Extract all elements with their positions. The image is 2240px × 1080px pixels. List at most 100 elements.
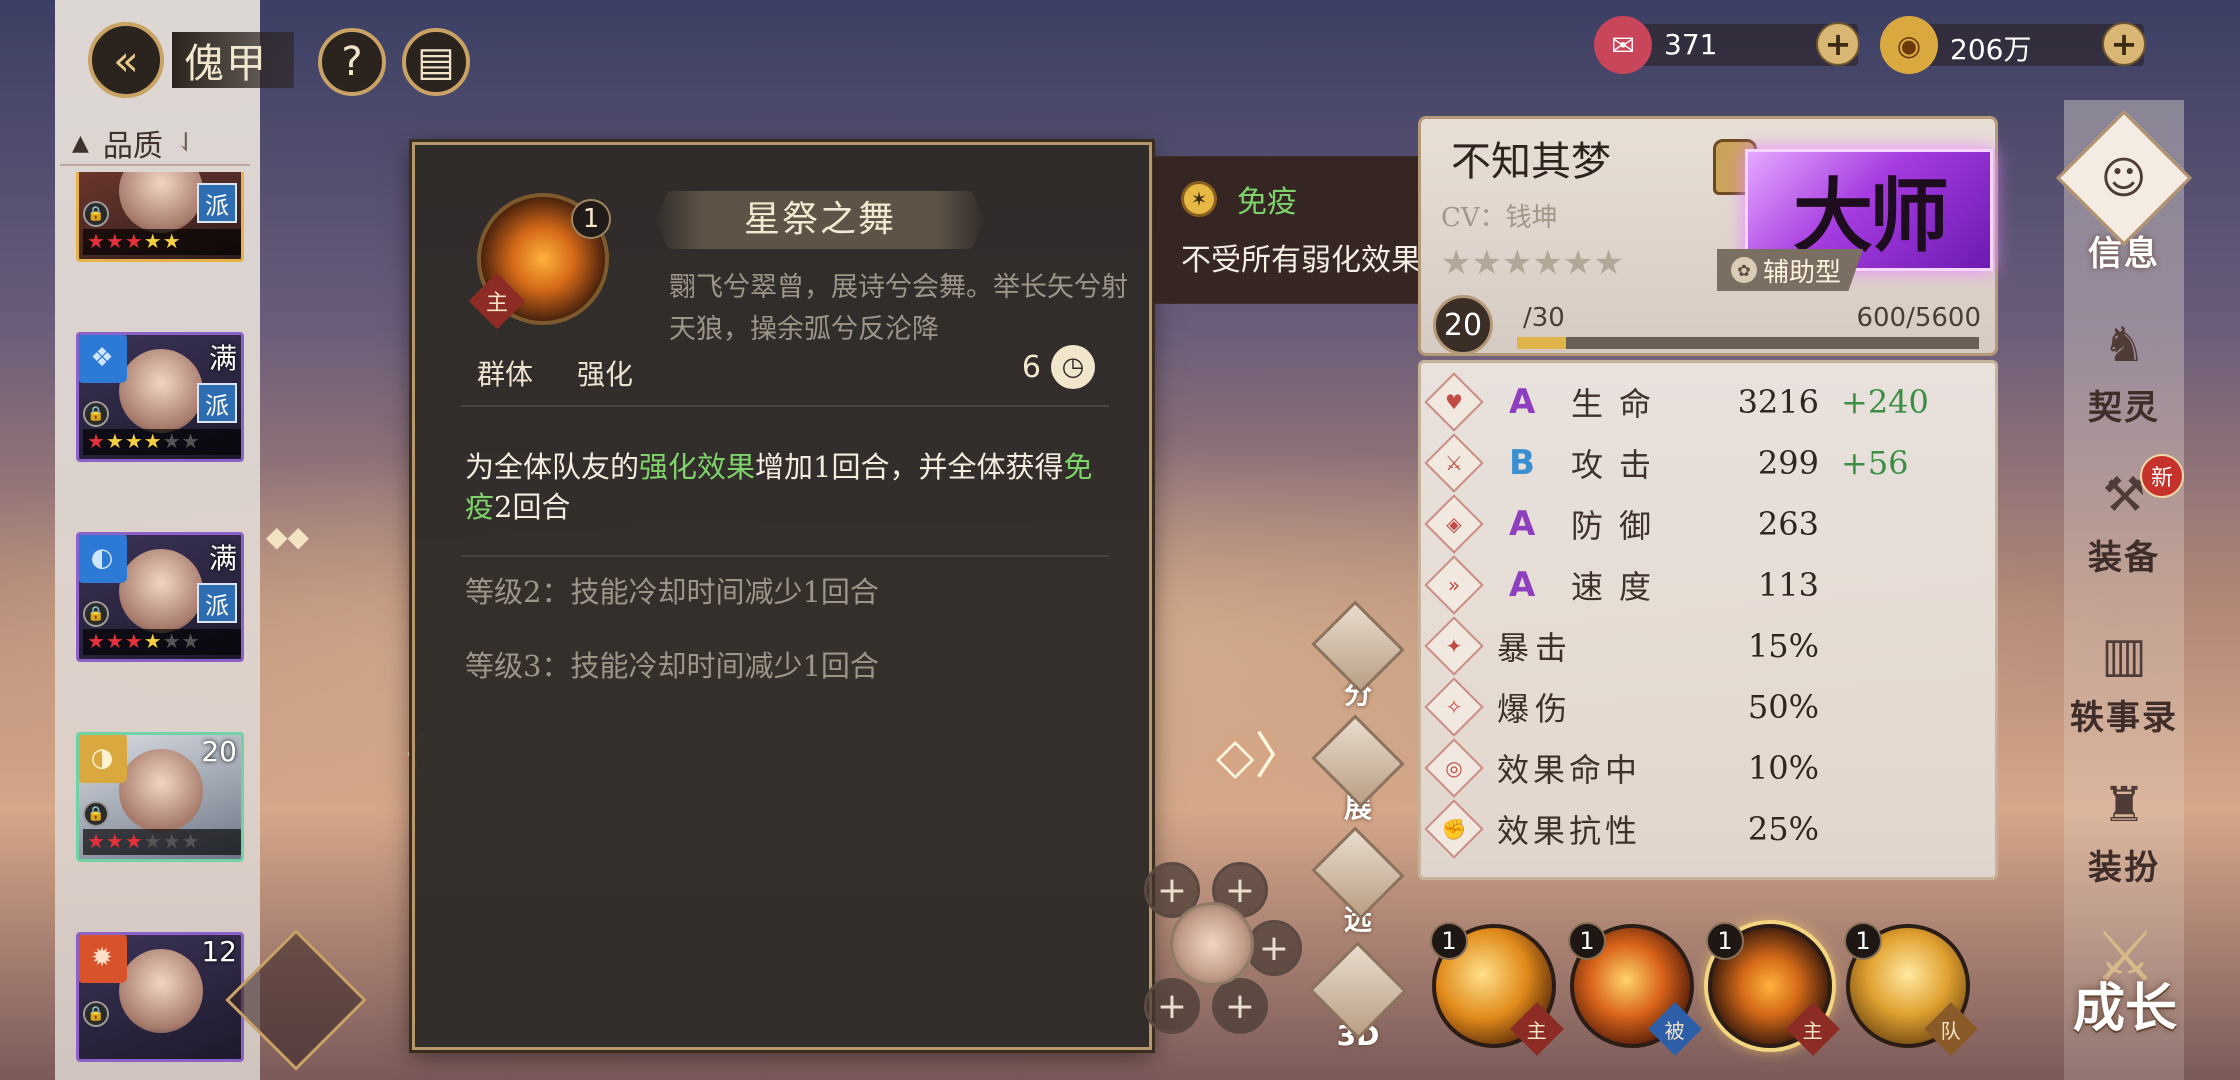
health-icon: ♥	[1424, 372, 1484, 432]
hero-card[interactable]: ❖ 满 派 🔒 ★★★★★★	[76, 332, 244, 462]
hero-portrait	[119, 749, 203, 833]
top-bar: « 傀甲	[88, 22, 294, 98]
chat-icon: ▤	[417, 39, 455, 85]
split-view-button[interactable]: 分	[1310, 600, 1406, 712]
formation-slot-plus-icon[interactable]: +	[1246, 920, 1302, 976]
hero-card[interactable]: ✹ 12 🔒	[76, 932, 244, 1062]
attack-icon: ⚔	[1424, 433, 1484, 493]
formation-slot-plus-icon[interactable]: +	[1144, 978, 1200, 1034]
element-icon: ◐	[79, 535, 127, 583]
lock-icon: 🔒	[83, 401, 109, 427]
hero-portrait	[119, 349, 203, 433]
next-hero-arrow[interactable]: ◇〉	[1216, 716, 1304, 788]
element-icon: ◑	[79, 735, 127, 783]
side-nav-label: 轶事录	[2070, 698, 2178, 738]
currency-scroll: ✉ 371 +	[1594, 16, 1860, 74]
stat-row: ✦ 暴击 15%	[1421, 616, 1995, 676]
currency-coin: ◉ 206万 +	[1880, 16, 2146, 74]
page-title: 傀甲	[172, 32, 294, 88]
hero-cv: CV：钱坤	[1441, 203, 1558, 233]
clock-icon: ◷	[1051, 345, 1095, 389]
stat-value: 3216	[1737, 383, 1819, 421]
star-rating: ★★★★★★	[83, 629, 241, 655]
skill-level-badge: 1	[571, 199, 611, 239]
info-icon: ☺	[2056, 110, 2192, 246]
sort-label[interactable]: 品质	[103, 121, 163, 165]
side-nav-spirit[interactable]: ♞ 契灵	[2064, 310, 2184, 429]
side-nav-anecdote[interactable]: ▥ 轶事录	[2064, 620, 2184, 739]
hero-card[interactable]: ◑ 20 🔒 ★★★★★★	[76, 732, 244, 862]
hero-portrait	[119, 549, 203, 633]
hero-card[interactable]: ◐ 满 派 🔒 ★★★★★★	[76, 532, 244, 662]
side-nav-equipment[interactable]: ⚒ 装备新	[2064, 454, 2184, 579]
add-coin-button[interactable]: +	[2102, 22, 2146, 66]
side-nav-info[interactable]: ☺ 信息	[2056, 110, 2192, 275]
element-icon: ❖	[79, 335, 127, 383]
stat-row: ♥ A 生命 3216 +240	[1421, 372, 1995, 432]
skill-slot-4[interactable]: 1队	[1844, 922, 1978, 1056]
accuracy-icon: ◎	[1424, 738, 1484, 798]
stat-row: ✊ 效果抗性 25%	[1421, 799, 1995, 859]
grow-label: 成长	[2072, 978, 2177, 1039]
exp-bar-fill	[1517, 337, 1567, 349]
new-badge: 新	[2140, 454, 2184, 498]
currency-value: 206万	[1950, 33, 2032, 66]
skill-bar: 1主1被1主1队	[1430, 922, 1992, 1056]
3d-view-button[interactable]: 3D	[1308, 941, 1408, 1052]
side-nav-label: 装扮	[2088, 848, 2160, 888]
keyword-buff-effect[interactable]: 强化效果	[639, 450, 755, 484]
stat-name: 防御	[1571, 507, 1668, 545]
skill-slot-2[interactable]: 1被	[1568, 922, 1702, 1056]
hero-portrait	[119, 172, 203, 233]
skill-type-badge: 主	[1786, 1002, 1840, 1056]
role-tag: ✿ 辅助型	[1717, 249, 1864, 291]
hero-level-max: /30	[1523, 303, 1565, 333]
chat-button[interactable]: ▤	[402, 28, 470, 96]
lock-icon: 🔒	[83, 1001, 109, 1027]
element-icon: ✹	[79, 935, 127, 983]
stat-name: 速度	[1571, 568, 1668, 606]
scroll-icon: ✉	[1594, 16, 1652, 74]
add-scroll-button[interactable]: +	[1816, 22, 1860, 66]
stat-grade: A	[1509, 504, 1536, 544]
skill-slot-3[interactable]: 1主	[1706, 922, 1840, 1056]
sort-bar: ▲ 品质 ⇃	[60, 122, 250, 166]
tooltip-title: 免疫	[1237, 185, 1297, 220]
stats-panel: ♥ A 生命 3216 +240 ⚔ B 攻击 299 +56 ◈ A 防御 263 » A 速度 113 ✦ 暴击 1…	[1418, 360, 1998, 880]
lock-icon: 🔒	[83, 601, 109, 627]
exp-bar	[1517, 337, 1979, 349]
formation-center-hero[interactable]	[1170, 902, 1254, 986]
currency-value: 371	[1664, 28, 1718, 61]
sort-toggle-icon[interactable]: ⇃	[175, 128, 197, 158]
formation-slot-plus-icon[interactable]: +	[1212, 978, 1268, 1034]
hero-header-card: 不知其梦 CV：钱坤 ★★★★★★ 大师 ✿ 辅助型 20 /30 600/560…	[1418, 116, 1998, 356]
skill-slot-1[interactable]: 1主	[1430, 922, 1564, 1056]
skill-type-badge: 队	[1924, 1002, 1978, 1056]
stat-row: ✧ 爆伤 50%	[1421, 677, 1995, 737]
spirit-icon: ♞	[2102, 317, 2146, 373]
tooltip-description: 不受所有弱化效果	[1181, 243, 1421, 278]
expand-list-icon[interactable]: ◆◆	[266, 520, 309, 553]
hero-card[interactable]: 派 🔒 ★★★★★	[76, 172, 244, 262]
skill-tag: 强化	[577, 358, 634, 391]
faction-badge: 派	[197, 583, 237, 623]
stat-name: 生命	[1571, 385, 1668, 423]
hero-level-badge: 20	[1433, 295, 1493, 355]
sort-direction-icon[interactable]: ▲	[72, 131, 89, 156]
far-view-button[interactable]: 远	[1310, 826, 1406, 938]
skill-upgrade-level-2: 等级2：技能冷却时间减少1回合	[465, 575, 879, 609]
hero-star-rating: ★★★★★★	[1441, 243, 1624, 283]
side-nav-outfit[interactable]: ♜ 装扮	[2064, 770, 2184, 889]
divider	[461, 405, 1109, 407]
grow-button[interactable]: ⚔ 成长	[2060, 916, 2190, 1056]
help-button[interactable]: ?	[318, 28, 386, 96]
back-button[interactable]: «	[88, 22, 164, 98]
immunity-icon: ✶	[1181, 181, 1217, 217]
defense-icon: ◈	[1424, 494, 1484, 554]
side-nav-label: 装备	[2088, 538, 2160, 578]
star-rating: ★★★★★★	[83, 429, 241, 455]
hero-list: 派 🔒 ★★★★★ ❖ 满 派 🔒 ★★★★★★ ◐ 满 派 🔒 ★★★★★★ …	[76, 172, 246, 1080]
skill-description: 为全体队友的强化效果增加1回合，并全体获得免疫2回合	[465, 450, 1093, 524]
expand-view-button[interactable]: 展	[1310, 714, 1406, 826]
resist-icon: ✊	[1424, 799, 1484, 859]
